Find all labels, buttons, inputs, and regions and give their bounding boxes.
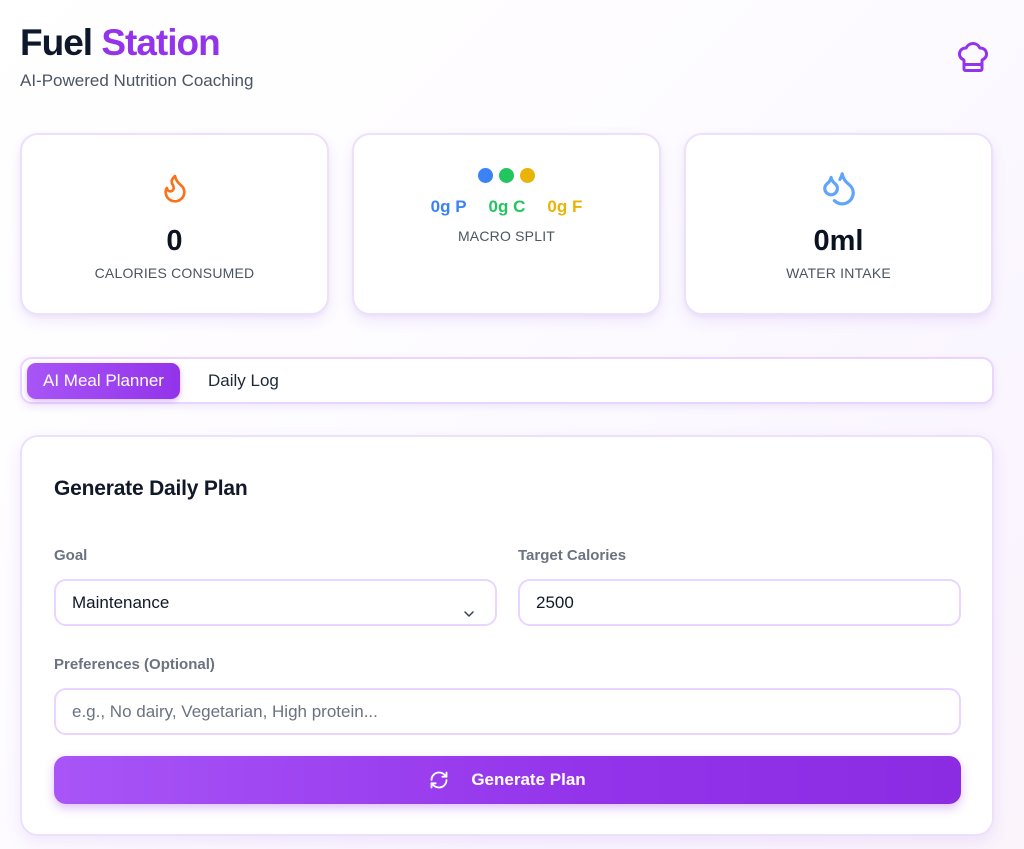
macro-label: MACRO SPLIT (457, 228, 556, 244)
macro-card: 0g P 0g C 0g F MACRO SPLIT (352, 133, 661, 315)
water-label: WATER INTAKE (786, 265, 891, 281)
tab-ai-meal-planner[interactable]: AI Meal Planner (27, 363, 180, 399)
calories-card: 0 CALORIES CONSUMED (20, 133, 329, 315)
generate-plan-label: Generate Plan (471, 770, 586, 789)
fat-value: 0g F (547, 197, 583, 216)
brand-fuel: Fuel (20, 22, 93, 63)
fat-dot (520, 168, 535, 183)
refresh-icon (429, 770, 449, 790)
chef-hat-icon[interactable] (952, 36, 994, 78)
calories-value: 0 (166, 225, 183, 257)
calories-label: CALORIES CONSUMED (94, 265, 255, 281)
protein-dot (478, 168, 493, 183)
preferences-label: Preferences (Optional) (54, 656, 215, 673)
chevron-down-icon (461, 595, 477, 638)
water-value: 0ml (813, 225, 864, 257)
header: Fuel Station AI-Powered Nutrition Coachi… (20, 22, 253, 91)
flame-icon (22, 169, 327, 207)
macro-values: 0g P 0g C 0g F (354, 197, 659, 217)
droplets-icon (686, 169, 991, 207)
generate-plan-button[interactable]: Generate Plan (54, 756, 961, 804)
carbs-dot (499, 168, 514, 183)
target-calories-input[interactable] (518, 579, 961, 626)
app-title: Fuel Station (20, 22, 253, 64)
goal-select[interactable]: Maintenance (54, 579, 497, 626)
plan-form-panel: Generate Daily Plan Goal Maintenance Tar… (20, 435, 994, 836)
panel-title: Generate Daily Plan (54, 477, 248, 500)
app-root: Fuel Station AI-Powered Nutrition Coachi… (0, 0, 1024, 849)
goal-label: Goal (54, 547, 88, 564)
protein-value: 0g P (430, 197, 467, 216)
preferences-input[interactable] (54, 688, 961, 735)
tab-daily-log[interactable]: Daily Log (192, 363, 295, 399)
carbs-value: 0g C (488, 197, 526, 216)
water-card: 0ml WATER INTAKE (684, 133, 993, 315)
goal-select-value: Maintenance (72, 593, 170, 612)
app-subtitle: AI-Powered Nutrition Coaching (20, 71, 254, 90)
macro-dots (354, 168, 659, 183)
tab-bar: AI Meal Planner Daily Log (20, 357, 994, 404)
target-calories-label: Target Calories (518, 547, 627, 564)
brand-station: Station (101, 22, 220, 63)
